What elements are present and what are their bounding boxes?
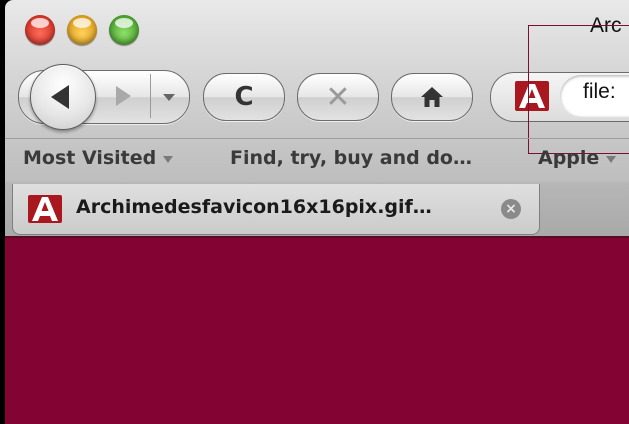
- stop-icon: ✕: [325, 79, 351, 115]
- back-button[interactable]: [30, 64, 96, 130]
- chevron-down-icon: [163, 155, 174, 163]
- bookmark-label: Most Visited: [23, 147, 157, 169]
- bookmark-find-try-buy[interactable]: Find, try, buy and do…: [230, 147, 472, 169]
- chevron-down-icon: [606, 155, 617, 163]
- reload-button[interactable]: C: [203, 73, 285, 121]
- page-content-area: [5, 238, 629, 424]
- back-arrow-icon: [51, 85, 69, 109]
- close-window-button[interactable]: [25, 15, 55, 45]
- bookmark-most-visited[interactable]: Most Visited: [23, 147, 174, 169]
- selection-highlight-box: [528, 25, 629, 154]
- stop-button[interactable]: ✕: [297, 73, 379, 121]
- nav-separator: [150, 74, 151, 118]
- browser-frame: Arc C ✕ file: Most Visited Find, try, bu…: [0, 0, 629, 424]
- chevron-down-icon[interactable]: [163, 94, 175, 101]
- bookmark-label: Apple: [538, 147, 600, 169]
- forward-arrow-icon[interactable]: [116, 86, 131, 106]
- tab-title: Archimedesfavicon16x16pix.gif…: [76, 196, 432, 218]
- bookmark-apple[interactable]: Apple: [538, 147, 617, 169]
- minimize-window-button[interactable]: [67, 15, 97, 45]
- reload-icon: C: [234, 82, 254, 112]
- bookmarks-bar-border: [5, 138, 629, 139]
- bookmark-label: Find, try, buy and do…: [230, 147, 472, 169]
- zoom-window-button[interactable]: [109, 15, 139, 45]
- home-icon: [421, 87, 443, 107]
- home-button[interactable]: [391, 73, 473, 121]
- close-tab-icon[interactable]: ×: [501, 199, 521, 219]
- archimedes-a-icon: [28, 195, 62, 223]
